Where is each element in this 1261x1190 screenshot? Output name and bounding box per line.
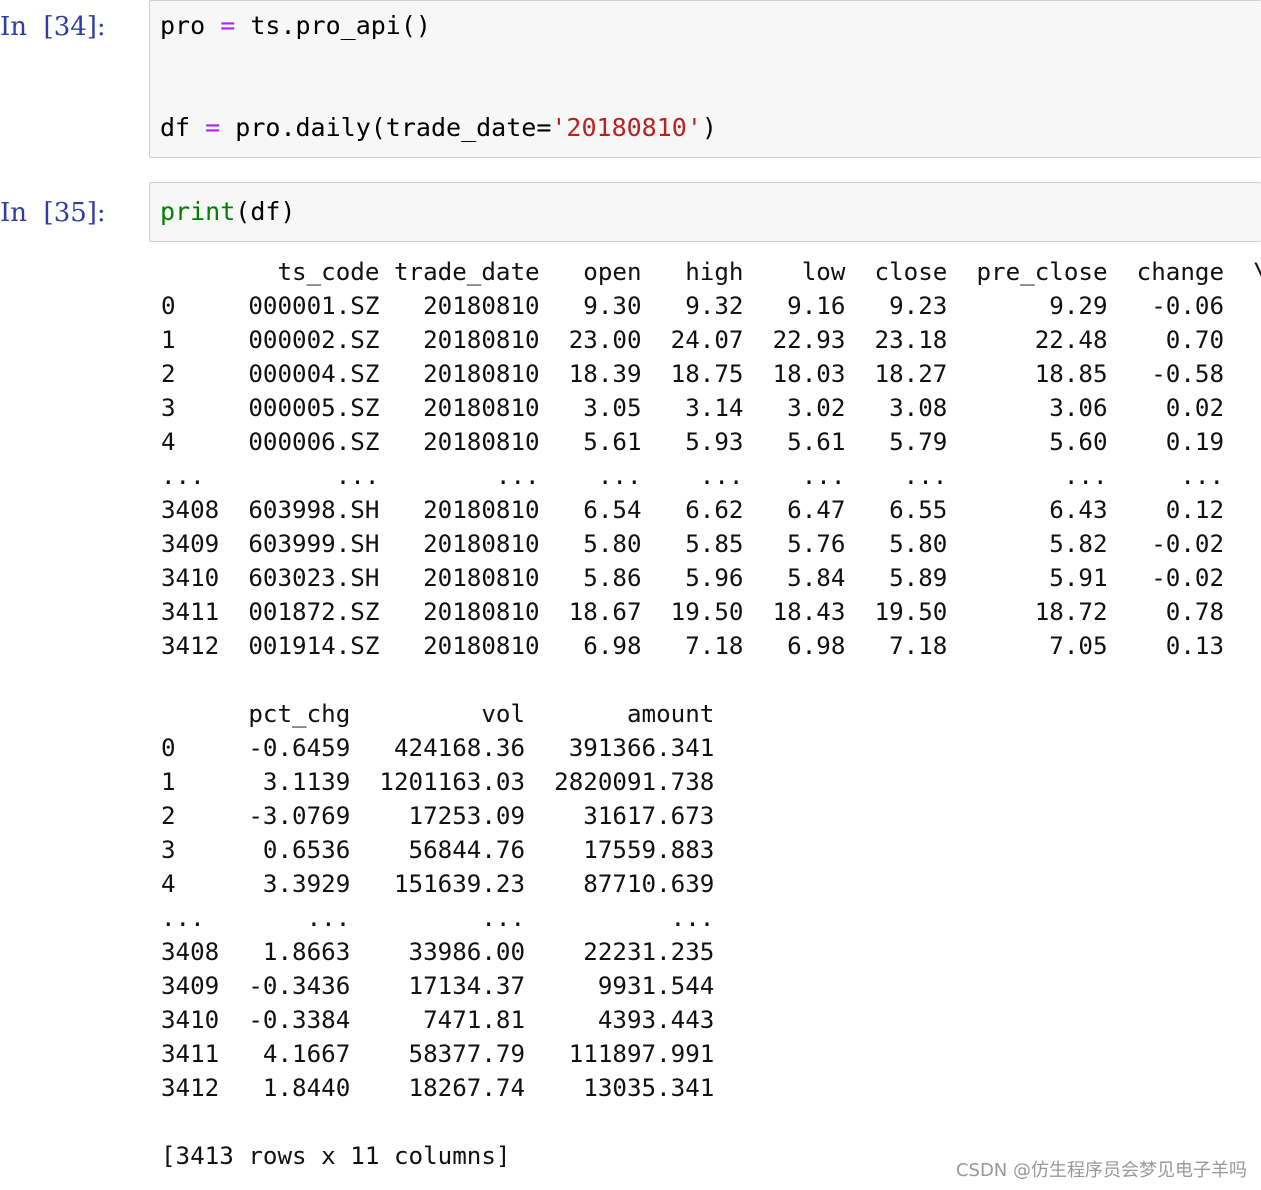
table-header: pct_chg vol amount bbox=[161, 700, 715, 728]
table-row: 1 000002.SZ 20180810 23.00 24.07 22.93 2… bbox=[161, 326, 1225, 354]
cell-34-input[interactable]: pro = ts.pro_api() df = pro.daily(trade_… bbox=[149, 0, 1261, 158]
table-row: 0 -0.6459 424168.36 391366.341 bbox=[161, 734, 715, 762]
table-row: 2 -3.0769 17253.09 31617.673 bbox=[161, 802, 715, 830]
table-row: 3408 603998.SH 20180810 6.54 6.62 6.47 6… bbox=[161, 496, 1225, 524]
code-operator: = bbox=[220, 11, 236, 40]
table-row: 3410 603023.SH 20180810 5.86 5.96 5.84 5… bbox=[161, 564, 1225, 592]
code-builtin: print bbox=[160, 197, 236, 226]
table-row: 3409 603999.SH 20180810 5.80 5.85 5.76 5… bbox=[161, 530, 1225, 558]
code-call: pro.daily(trade_date= bbox=[235, 113, 552, 142]
code-operator: = bbox=[205, 113, 221, 142]
table-row: 3412 1.8440 18267.74 13035.341 bbox=[161, 1074, 715, 1102]
code-string: '20180810' bbox=[551, 113, 702, 142]
cell-35-input[interactable]: print(df) bbox=[149, 182, 1261, 242]
table-header: ts_code trade_date open high low close p… bbox=[161, 258, 1261, 286]
table-row: 3412 001914.SZ 20180810 6.98 7.18 6.98 7… bbox=[161, 632, 1225, 660]
table-row: 3 000005.SZ 20180810 3.05 3.14 3.02 3.08… bbox=[161, 394, 1225, 422]
table-row: 0 000001.SZ 20180810 9.30 9.32 9.16 9.23… bbox=[161, 292, 1225, 320]
table-row: 4 3.3929 151639.23 87710.639 bbox=[161, 870, 715, 898]
table-row: 1 3.1139 1201163.03 2820091.738 bbox=[161, 768, 715, 796]
code-expression: ts.pro_api() bbox=[250, 11, 431, 40]
code-args: (df) bbox=[235, 197, 296, 226]
code-line-1: pro = ts.pro_api() bbox=[160, 11, 431, 40]
cell-34-prompt: In [34]: bbox=[0, 12, 106, 42]
table-row: 3 0.6536 56844.76 17559.883 bbox=[161, 836, 715, 864]
code-paren: ) bbox=[701, 113, 717, 142]
code-line-1: print(df) bbox=[160, 197, 295, 226]
table-row: ... ... ... ... ... ... ... ... ... bbox=[161, 462, 1225, 490]
code-line-2: df = pro.daily(trade_date='20180810') bbox=[160, 113, 717, 142]
table-row: 3409 -0.3436 17134.37 9931.544 bbox=[161, 972, 715, 1000]
table-row: 4 000006.SZ 20180810 5.61 5.93 5.61 5.79… bbox=[161, 428, 1225, 456]
table-row: 2 000004.SZ 20180810 18.39 18.75 18.03 1… bbox=[161, 360, 1225, 388]
table-row: 3411 4.1667 58377.79 111897.991 bbox=[161, 1040, 715, 1068]
code-var: pro bbox=[160, 11, 206, 40]
table-row: 3408 1.8663 33986.00 22231.235 bbox=[161, 938, 715, 966]
code-var: df bbox=[160, 113, 191, 142]
cell-35-output: ts_code trade_date open high low close p… bbox=[161, 255, 1261, 1173]
watermark: CSDN @仿生程序员会梦见电子羊吗 bbox=[955, 1160, 1247, 1181]
table-row: 3410 -0.3384 7471.81 4393.443 bbox=[161, 1006, 715, 1034]
cell-35-prompt: In [35]: bbox=[0, 198, 106, 228]
table-row: ... ... ... ... bbox=[161, 904, 715, 932]
dataframe-summary: [3413 rows x 11 columns] bbox=[161, 1142, 511, 1170]
table-row: 3411 001872.SZ 20180810 18.67 19.50 18.4… bbox=[161, 598, 1225, 626]
